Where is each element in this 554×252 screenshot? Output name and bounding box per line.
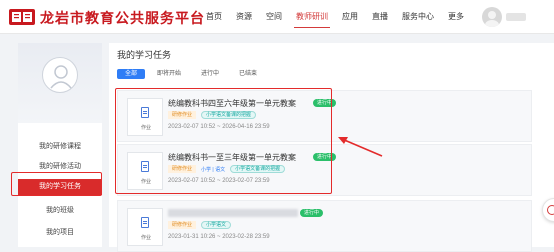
task-thumbnail: 作业 (127, 98, 163, 136)
subject-tag: 小学 | 语文 (201, 166, 226, 173)
nav-live[interactable]: 直播 (365, 0, 395, 34)
status-badge: 进行中 (313, 153, 337, 161)
task-tags: 研修作业 小学语文 (168, 221, 232, 229)
nav-teacher-training[interactable]: 教师研训 (289, 0, 335, 34)
task-tags: 研修作业 小学语文备课的把握 (168, 111, 257, 119)
type-tag: 研修作业 (168, 111, 197, 119)
tab-in-progress[interactable]: 进行中 (193, 69, 227, 79)
nav-space[interactable]: 空间 (259, 0, 289, 34)
site-title: 龙岩市教育公共服务平台 (40, 10, 205, 26)
document-icon (141, 217, 149, 228)
nav-more[interactable]: 更多 (441, 0, 471, 34)
document-icon (141, 161, 149, 172)
document-icon (141, 107, 149, 118)
task-title[interactable]: 统编教科书一至三年级第一单元教案 (168, 152, 296, 163)
tab-all[interactable]: 全部 (117, 69, 146, 79)
task-title[interactable]: 统编教科书四至六年级第一单元教案 (168, 98, 296, 109)
user-avatar-icon[interactable] (482, 7, 502, 27)
page-title: 我的学习任务 (117, 50, 172, 60)
sidebar: 我的研修课程 我的研修活动 我的学习任务 我的班级 我的项目 (18, 43, 102, 247)
task-date-range: 2023-02-07 10:52 ~ 2026-04-16 23:59 (168, 124, 270, 130)
topic-tag: 小学语文备课的把握 (201, 111, 257, 119)
type-tag: 研修作业 (168, 165, 197, 173)
tab-upcoming[interactable]: 即将开始 (149, 69, 189, 79)
nav-resources[interactable]: 资源 (229, 0, 259, 34)
task-date-range: 2023-01-31 10:26 ~ 2023-02-28 23:59 (168, 234, 270, 240)
topic-tag: 小学语文 (201, 221, 232, 229)
sidebar-item-activities[interactable]: 我的研修活动 (18, 161, 102, 171)
main-panel: 我的学习任务 全部 即将开始 进行中 已结束 作业 统编教科书四至六年级第一单元… (109, 43, 554, 252)
thumb-label: 作业 (140, 235, 151, 241)
task-card[interactable]: 作业 统编教科书一至三年级第一单元教案 进行中 研修作业 小学 | 语文 小学语… (117, 144, 532, 196)
main-nav: 首页 资源 空间 教师研训 应用 直播 服务中心 更多 (199, 0, 471, 34)
nav-apps[interactable]: 应用 (335, 0, 365, 34)
sidebar-item-learning-tasks[interactable]: 我的学习任务 (18, 179, 102, 195)
logo-icon[interactable] (8, 6, 36, 28)
task-thumbnail: 作业 (127, 208, 163, 246)
status-tabs: 全部 即将开始 进行中 已结束 (117, 69, 269, 79)
profile-banner (18, 43, 102, 123)
user-name-blurred[interactable] (506, 13, 526, 21)
status-badge: 进行中 (313, 99, 337, 107)
red-arrow-icon (338, 137, 383, 157)
topic-tag: 小学语文备课的把握 (230, 165, 286, 173)
nav-home[interactable]: 首页 (199, 0, 229, 34)
task-title-blurred[interactable] (168, 209, 298, 217)
thumb-label: 作业 (140, 179, 151, 185)
profile-avatar-icon[interactable] (42, 57, 78, 93)
nav-service-center[interactable]: 服务中心 (395, 0, 441, 34)
thumb-label: 作业 (140, 125, 151, 131)
top-bar: 龙岩市教育公共服务平台 首页 资源 空间 教师研训 应用 直播 服务中心 更多 (0, 0, 554, 34)
sidebar-item-classes[interactable]: 我的班级 (18, 205, 102, 215)
sidebar-item-projects[interactable]: 我的项目 (18, 227, 102, 237)
task-date-range: 2023-02-07 10:52 ~ 2023-02-07 23:59 (168, 178, 270, 184)
sidebar-item-courses[interactable]: 我的研修课程 (18, 141, 102, 151)
status-badge: 进行中 (300, 209, 324, 217)
task-thumbnail: 作业 (127, 152, 163, 190)
task-card[interactable]: 作业 进行中 研修作业 小学语文 2023-01-31 10:26 ~ 2023… (117, 200, 532, 252)
task-tags: 研修作业 小学 | 语文 小学语文备课的把握 (168, 165, 286, 173)
tab-ended[interactable]: 已结束 (231, 69, 265, 79)
task-card[interactable]: 作业 统编教科书四至六年级第一单元教案 进行中 研修作业 小学语文备课的把握 2… (117, 90, 532, 142)
type-tag: 研修作业 (168, 221, 197, 229)
